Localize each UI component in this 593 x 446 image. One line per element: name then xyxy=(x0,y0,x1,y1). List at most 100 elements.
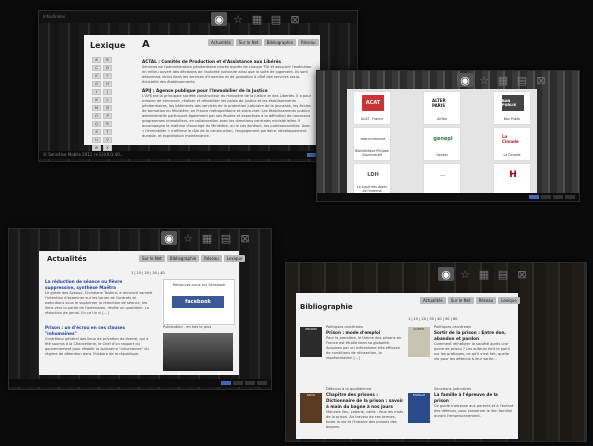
eye-icon[interactable]: ◉ xyxy=(438,267,454,281)
letter-button[interactable]: M xyxy=(92,105,101,111)
eye-icon[interactable]: ◉ xyxy=(211,12,227,26)
tab-sur-le-net[interactable]: Sur le Net xyxy=(235,39,262,46)
book-item[interactable]: Sanctions Judiciaires La famille à l'épr… xyxy=(434,387,514,437)
letter-button[interactable]: O xyxy=(92,113,101,119)
pagination[interactable]: 1 | 10 | 20 | 30 | 40 xyxy=(131,271,165,275)
partner-caption: AltTep xyxy=(437,117,447,121)
star-icon[interactable]: ☆ xyxy=(457,267,473,281)
grid-icon[interactable]: ▦ xyxy=(495,73,511,87)
partner-tile[interactable]: BIBLIOTHEQUE Bibliothèque Philippe Zoumm… xyxy=(353,127,391,161)
tab-bibliographie[interactable]: Bibliographie xyxy=(263,39,296,46)
tab-lexique[interactable]: Lexique xyxy=(223,255,246,262)
letter-button[interactable]: J xyxy=(103,89,112,95)
partner-tile[interactable]: H xyxy=(493,163,531,197)
top-bar: Infos/Index xyxy=(39,11,357,23)
pagination[interactable]: 1 | 10 | 20 | 30 | 40 | 50 | 60 xyxy=(408,317,457,321)
cross-icon[interactable]: ⊠ xyxy=(533,73,549,87)
book-item[interactable]: Politiques carcérales Sortir de la priso… xyxy=(434,325,514,381)
page-dot[interactable] xyxy=(221,381,231,385)
cross-icon[interactable]: ⊠ xyxy=(514,267,530,281)
toolbar-icons: ◉ ☆ ▦ ▤ ⊠ xyxy=(211,12,303,26)
cross-icon[interactable]: ⊠ xyxy=(287,12,303,26)
article-item[interactable]: La réduction de séance ou fièvre suppres… xyxy=(45,279,153,323)
partner-tile[interactable]: genepi Genepi xyxy=(423,127,461,161)
article-item[interactable]: Prison : un d'écrou en ces clauses "inhu… xyxy=(45,325,153,373)
page-dot[interactable] xyxy=(245,381,255,385)
stripes-icon[interactable]: ▤ xyxy=(268,12,284,26)
partner-tile[interactable]: ACAT ACAT - France xyxy=(353,91,391,125)
cross-icon[interactable]: ⊠ xyxy=(237,231,253,245)
partner-tile[interactable]: ... xyxy=(423,163,461,197)
page-dot[interactable] xyxy=(257,381,267,385)
grid-icon[interactable]: ▦ xyxy=(199,231,215,245)
alphabet-index: A B C D E F G H I J K L M N O P Q R S T … xyxy=(92,57,112,159)
tab-reseau[interactable]: Réseau xyxy=(201,255,222,262)
letter-button[interactable]: U xyxy=(92,137,101,143)
facebook-button[interactable]: facebook xyxy=(172,296,224,308)
letter-button[interactable]: N xyxy=(103,105,112,111)
partner-caption: La Ligue des droits de l'homme xyxy=(356,185,388,193)
stripes-icon[interactable]: ▤ xyxy=(218,231,234,245)
grid-icon[interactable]: ▦ xyxy=(249,12,265,26)
letter-button[interactable]: I xyxy=(92,89,101,95)
news-thumbnail[interactable] xyxy=(163,333,233,371)
page-dot[interactable] xyxy=(233,381,243,385)
letter-button[interactable]: P xyxy=(103,113,112,119)
lexique-panel: Lexique A Actualités Sur le Net Bibliogr… xyxy=(84,35,320,159)
screenshot-reseau: ◉ ☆ ▦ ▤ ⊠ ACAT ACAT - France ALTER PARIS… xyxy=(316,70,580,202)
letter-button[interactable]: V xyxy=(103,137,112,143)
page-dot[interactable] xyxy=(565,195,575,199)
page-dot[interactable] xyxy=(529,195,539,199)
letter-button[interactable]: Q xyxy=(92,121,101,127)
book-cover[interactable]: DICO xyxy=(300,393,322,423)
letter-button[interactable]: F xyxy=(103,73,112,79)
letter-button[interactable]: E xyxy=(92,73,101,79)
tab-reseau[interactable]: Réseau xyxy=(297,39,319,46)
toolbar-icons: ◉ ☆ ▦ ▤ ⊠ xyxy=(161,231,253,245)
letter-button[interactable]: R xyxy=(103,121,112,127)
partner-tile[interactable]: BAN PUBLIK Ban Public xyxy=(493,91,531,125)
tab-reseau[interactable]: Réseau xyxy=(475,297,497,304)
letter-button[interactable]: L xyxy=(103,97,112,103)
letter-button[interactable]: T xyxy=(103,129,112,135)
star-icon[interactable]: ☆ xyxy=(180,231,196,245)
lexique-entries: ACTAL : Comités de Production et d'Assis… xyxy=(142,59,312,143)
letter-button[interactable]: C xyxy=(92,65,101,71)
tab-bibliographie[interactable]: Bibliographie xyxy=(166,255,200,262)
stripes-icon[interactable]: ▤ xyxy=(514,73,530,87)
book-item[interactable]: Politiques carcérales Prison : mode d'em… xyxy=(326,325,404,377)
tab-sur-le-net[interactable]: Sur le Net xyxy=(139,255,165,262)
letter-button[interactable]: A xyxy=(92,57,101,63)
stripes-icon[interactable]: ▤ xyxy=(495,267,511,281)
letter-button[interactable]: G xyxy=(92,81,101,87)
page-dot[interactable] xyxy=(553,195,563,199)
partner-logo: ... xyxy=(440,172,446,178)
partner-tile[interactable]: LDH La Ligue des droits de l'homme xyxy=(353,163,391,197)
tab-actualites[interactable]: Actualités xyxy=(208,39,234,46)
book-cover[interactable]: PRISON xyxy=(300,327,322,357)
partner-logo: La Cimade xyxy=(502,134,519,144)
star-icon[interactable]: ☆ xyxy=(476,73,492,87)
article-title: La réduction de séance ou fièvre suppres… xyxy=(45,279,123,290)
grid-icon[interactable]: ▦ xyxy=(476,267,492,281)
letter-button[interactable]: H xyxy=(103,81,112,87)
partner-tile[interactable]: ALTER PARIS AltTep xyxy=(423,91,461,125)
letter-button[interactable]: B xyxy=(103,57,112,63)
eye-icon[interactable]: ◉ xyxy=(457,73,473,87)
pagination-dots xyxy=(221,381,267,385)
star-icon[interactable]: ☆ xyxy=(230,12,246,26)
eye-icon[interactable]: ◉ xyxy=(161,231,177,245)
book-cover[interactable]: FAMILLE xyxy=(408,393,430,423)
tab-sur-le-net[interactable]: Sur le Net xyxy=(447,297,474,304)
tab-lexique[interactable]: Lexique xyxy=(498,297,520,304)
page-dot[interactable] xyxy=(541,195,551,199)
partner-tile[interactable]: La Cimade La Cimade xyxy=(493,127,531,161)
topbar-label: Infos/Index xyxy=(43,14,66,19)
letter-button[interactable]: D xyxy=(103,65,112,71)
letter-button[interactable]: S xyxy=(92,129,101,135)
book-item[interactable]: Détenus à la quotidienne Chapitre des pr… xyxy=(326,387,404,437)
book-summary: Mauvais lieu, cabane, caïds : tous les m… xyxy=(326,410,404,429)
book-cover[interactable]: SORTIR xyxy=(408,327,430,357)
tab-actualites[interactable]: Actualités xyxy=(420,297,446,304)
letter-button[interactable]: K xyxy=(92,97,101,103)
